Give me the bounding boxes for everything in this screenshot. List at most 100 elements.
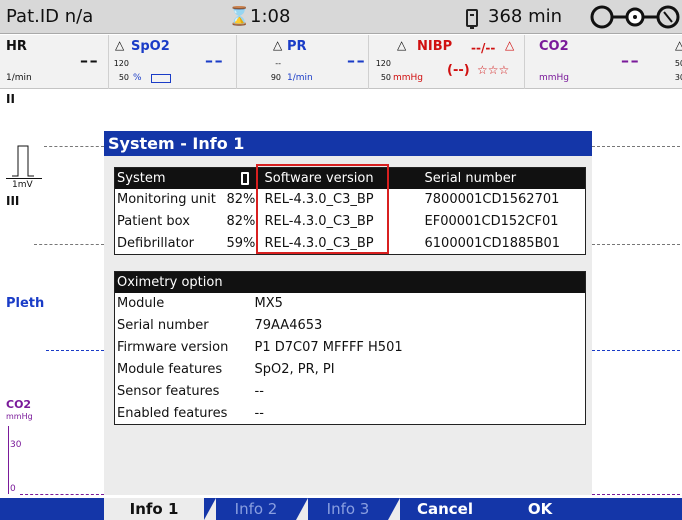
ok-button[interactable]: OK xyxy=(500,498,580,520)
spo2-unit: % xyxy=(133,73,142,83)
nibp-unit: mmHg xyxy=(393,73,424,83)
co2-curve-unit: mmHg xyxy=(6,412,33,421)
tab-separator xyxy=(204,498,216,520)
plug-connector-icon xyxy=(590,5,680,29)
pr-unit: 1/min xyxy=(287,73,313,83)
calibration-label: 1mV xyxy=(12,180,33,190)
pr-label: PR xyxy=(287,39,307,54)
serial-number-header: Serial number xyxy=(422,167,586,189)
co2-scale-30: 30 xyxy=(10,440,22,450)
nibp-label: NIBP xyxy=(417,39,453,54)
tab-info-2[interactable]: Info 2 xyxy=(216,498,296,520)
oximetry-label: Sensor features xyxy=(117,384,220,399)
oximetry-table: Oximetry option Module MX5 Serial number… xyxy=(114,271,586,425)
bottom-tab-bar: Info 1 Info 2 Info 3 Cancel OK xyxy=(0,498,682,520)
oximetry-value: P1 D7C07 MFFFF H501 xyxy=(254,340,403,355)
lead-iii-label[interactable]: III xyxy=(6,194,19,208)
table-row: Sensor features -- xyxy=(115,381,586,403)
hourglass-icon: ⌛ xyxy=(228,6,251,27)
alarm-triangle-icon: △ xyxy=(675,38,682,52)
pr-low-limit: 90 xyxy=(270,73,281,82)
system-name: Monitoring unit xyxy=(117,192,216,207)
parameter-strip: HR 1/min – – △ SpO2 120 50 % – – △ PR --… xyxy=(0,35,682,89)
co2-scale-0: 0 xyxy=(10,484,16,494)
nibp-quality-stars: ☆☆☆ xyxy=(477,63,510,77)
patient-id[interactable]: Pat.ID n/a xyxy=(6,6,93,27)
oximetry-label: Enabled features xyxy=(117,405,228,421)
serial-number: 7800001CD1562701 xyxy=(424,192,560,207)
nibp-param[interactable]: △ NIBP 120 50 mmHg --/-- △ (--) ☆☆☆ xyxy=(368,35,524,89)
ecg-trace-iii xyxy=(34,244,104,245)
oximetry-value: MX5 xyxy=(254,296,283,311)
hr-value: – – xyxy=(80,51,98,70)
pr-param[interactable]: △ PR -- 90 1/min – – xyxy=(236,35,368,89)
battery-remaining: 368 min xyxy=(488,6,563,27)
table-row: Serial number 79AA4653 xyxy=(115,315,586,337)
alarm-triangle-icon: △ xyxy=(115,38,125,52)
battery-icon xyxy=(466,9,478,29)
oximetry-label: Module xyxy=(117,296,165,311)
ecg-trace-iii-right xyxy=(592,244,680,245)
table-row: Module MX5 xyxy=(115,293,586,315)
status-bar: Pat.ID n/a ⌛ 1:08 368 min xyxy=(0,0,682,34)
alarm-triangle-icon: △ xyxy=(505,38,515,52)
nibp-value: --/-- xyxy=(471,41,496,55)
co2-high-limit: 50 xyxy=(674,59,682,68)
spo2-label: SpO2 xyxy=(131,39,170,54)
co2-low-limit: 30 xyxy=(674,73,682,82)
hr-unit: 1/min xyxy=(6,73,32,83)
oximetry-value: 79AA4653 xyxy=(254,318,323,333)
co2-trace-right xyxy=(592,494,680,495)
highlight-box xyxy=(256,164,389,254)
pleth-label[interactable]: Pleth xyxy=(6,296,44,311)
pleth-trace-right xyxy=(592,350,680,351)
pr-high-limit: -- xyxy=(275,59,281,68)
hr-label: HR xyxy=(6,39,27,54)
spo2-high-limit: 120 xyxy=(113,59,129,68)
signal-bar-icon xyxy=(151,74,171,83)
elapsed-time: 1:08 xyxy=(250,6,291,27)
dialog-title: System - Info 1 xyxy=(104,131,592,156)
pr-value: – – xyxy=(347,51,365,70)
co2-scale-axis xyxy=(8,426,9,494)
tab-info-3[interactable]: Info 3 xyxy=(308,498,388,520)
nibp-mean: (--) xyxy=(447,63,470,78)
spo2-low-limit: 50 xyxy=(118,73,129,82)
co2-param[interactable]: CO2 mmHg – – △ 50 30 xyxy=(524,35,682,89)
table-row: Enabled features -- xyxy=(115,403,586,425)
alarm-triangle-icon: △ xyxy=(397,38,407,52)
tab-separator xyxy=(296,498,308,520)
ecg-trace-ii-right xyxy=(592,146,680,147)
alarm-triangle-icon: △ xyxy=(273,38,283,52)
table-row: Module features SpO2, PR, PI xyxy=(115,359,586,381)
lead-ii-label[interactable]: II xyxy=(6,92,15,106)
co2-label: CO2 xyxy=(539,39,569,54)
co2-value: – – xyxy=(621,51,639,70)
nibp-high-limit: 120 xyxy=(375,59,391,68)
oximetry-header: Oximetry option xyxy=(114,271,586,293)
oximetry-value: SpO2, PR, PI xyxy=(254,362,335,377)
oximetry-label: Module features xyxy=(117,362,223,377)
system-name: Defibrillator xyxy=(117,235,194,251)
oximetry-label: Firmware version xyxy=(117,340,229,355)
serial-number: 6100001CD1885B01 xyxy=(424,235,561,251)
nibp-low-limit: 50 xyxy=(380,73,391,82)
system-header: System xyxy=(114,167,225,189)
cancel-button[interactable]: Cancel xyxy=(400,498,490,520)
co2-unit: mmHg xyxy=(539,73,570,83)
spo2-value: – – xyxy=(205,51,223,70)
hr-param[interactable]: HR 1/min – – xyxy=(0,35,108,89)
ecg-trace-ii xyxy=(44,146,104,147)
co2-curve-label[interactable]: CO2 xyxy=(6,398,31,411)
tab-separator xyxy=(388,498,400,520)
table-row: Firmware version P1 D7C07 MFFFF H501 xyxy=(115,337,586,359)
oximetry-label: Serial number xyxy=(117,318,209,333)
calibration-baseline xyxy=(6,178,42,179)
co2-trace xyxy=(20,494,104,495)
tab-info-1[interactable]: Info 1 xyxy=(104,498,204,520)
oximetry-value: -- xyxy=(254,384,264,399)
oximetry-value: -- xyxy=(254,405,264,421)
system-name: Patient box xyxy=(117,214,190,229)
spo2-param[interactable]: △ SpO2 120 50 % – – xyxy=(108,35,236,89)
oximetry-header-row: Oximetry option xyxy=(114,271,586,293)
